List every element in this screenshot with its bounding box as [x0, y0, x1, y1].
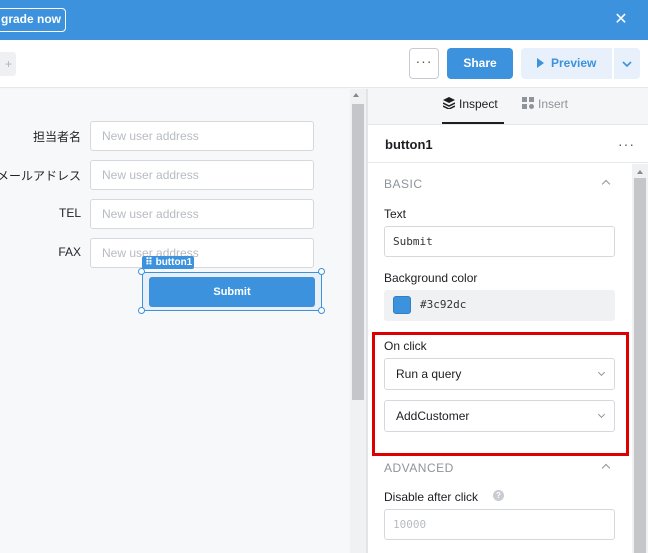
- app-canvas: [0, 89, 366, 553]
- more-options-button[interactable]: ···: [409, 48, 439, 79]
- tab-insert[interactable]: Insert: [522, 97, 568, 111]
- email-input[interactable]: New user address: [90, 160, 314, 190]
- disable-after-click-input[interactable]: 10000: [384, 509, 615, 540]
- bg-color-value: #3c92dc: [420, 298, 467, 311]
- scroll-up-icon[interactable]: [353, 93, 359, 97]
- active-tab-indicator: [442, 122, 504, 124]
- play-icon: [537, 58, 544, 68]
- preview-dropdown-button[interactable]: [614, 48, 640, 79]
- tab-insert-label: Insert: [538, 97, 569, 111]
- resize-handle[interactable]: [318, 268, 325, 275]
- text-prop-label: Text: [384, 207, 407, 221]
- field-label-fax: FAX: [58, 245, 81, 259]
- inspector-tabs: Inspect Insert: [368, 89, 648, 125]
- tab-inspect[interactable]: Inspect: [442, 97, 498, 111]
- disable-after-click-label: Disable after click: [384, 490, 479, 504]
- layers-icon: [442, 97, 456, 110]
- share-button[interactable]: Share: [447, 48, 513, 79]
- fax-input[interactable]: New user address: [90, 238, 314, 268]
- inspector-scroll-thumb[interactable]: [634, 178, 646, 553]
- text-prop-input[interactable]: Submit: [384, 226, 615, 257]
- field-label-tantousha: 担当者名: [32, 130, 81, 144]
- bg-color-label: Background color: [384, 271, 478, 285]
- bg-color-field[interactable]: #3c92dc: [384, 290, 615, 321]
- component-more-icon[interactable]: ···: [618, 136, 635, 152]
- help-icon[interactable]: ?: [493, 490, 504, 501]
- field-label-tel: TEL: [58, 206, 81, 220]
- section-basic-title[interactable]: BASIC: [384, 177, 423, 191]
- add-icon[interactable]: +: [0, 52, 16, 76]
- preview-button[interactable]: Preview: [521, 48, 612, 79]
- field-label-email: メールアドレス: [0, 169, 82, 183]
- editor-toolbar: + ··· Share Preview: [0, 40, 648, 88]
- section-advanced-title[interactable]: ADVANCED: [384, 461, 454, 475]
- submit-button[interactable]: Submit: [149, 277, 315, 307]
- canvas-scroll-thumb[interactable]: [352, 104, 364, 400]
- preview-label: Preview: [551, 56, 597, 70]
- chevron-down-icon: [622, 61, 632, 68]
- insert-icon: [522, 97, 534, 109]
- scroll-up-icon[interactable]: [637, 170, 643, 174]
- close-icon[interactable]: ✕: [613, 12, 629, 28]
- resize-handle[interactable]: [318, 307, 325, 314]
- highlight-box: [372, 332, 629, 456]
- tantousha-input[interactable]: New user address: [90, 121, 314, 151]
- color-swatch[interactable]: [393, 296, 411, 314]
- tel-input[interactable]: New user address: [90, 199, 314, 229]
- tab-inspect-label: Inspect: [459, 97, 498, 111]
- component-header: button1 ···: [368, 125, 648, 163]
- component-name[interactable]: button1: [385, 137, 433, 152]
- resize-handle[interactable]: [138, 268, 145, 275]
- resize-handle[interactable]: [138, 307, 145, 314]
- component-tag-button1[interactable]: ⠿ button1: [142, 256, 194, 269]
- upgrade-banner: grade now ✕: [0, 0, 648, 40]
- upgrade-now-button[interactable]: grade now: [0, 8, 66, 32]
